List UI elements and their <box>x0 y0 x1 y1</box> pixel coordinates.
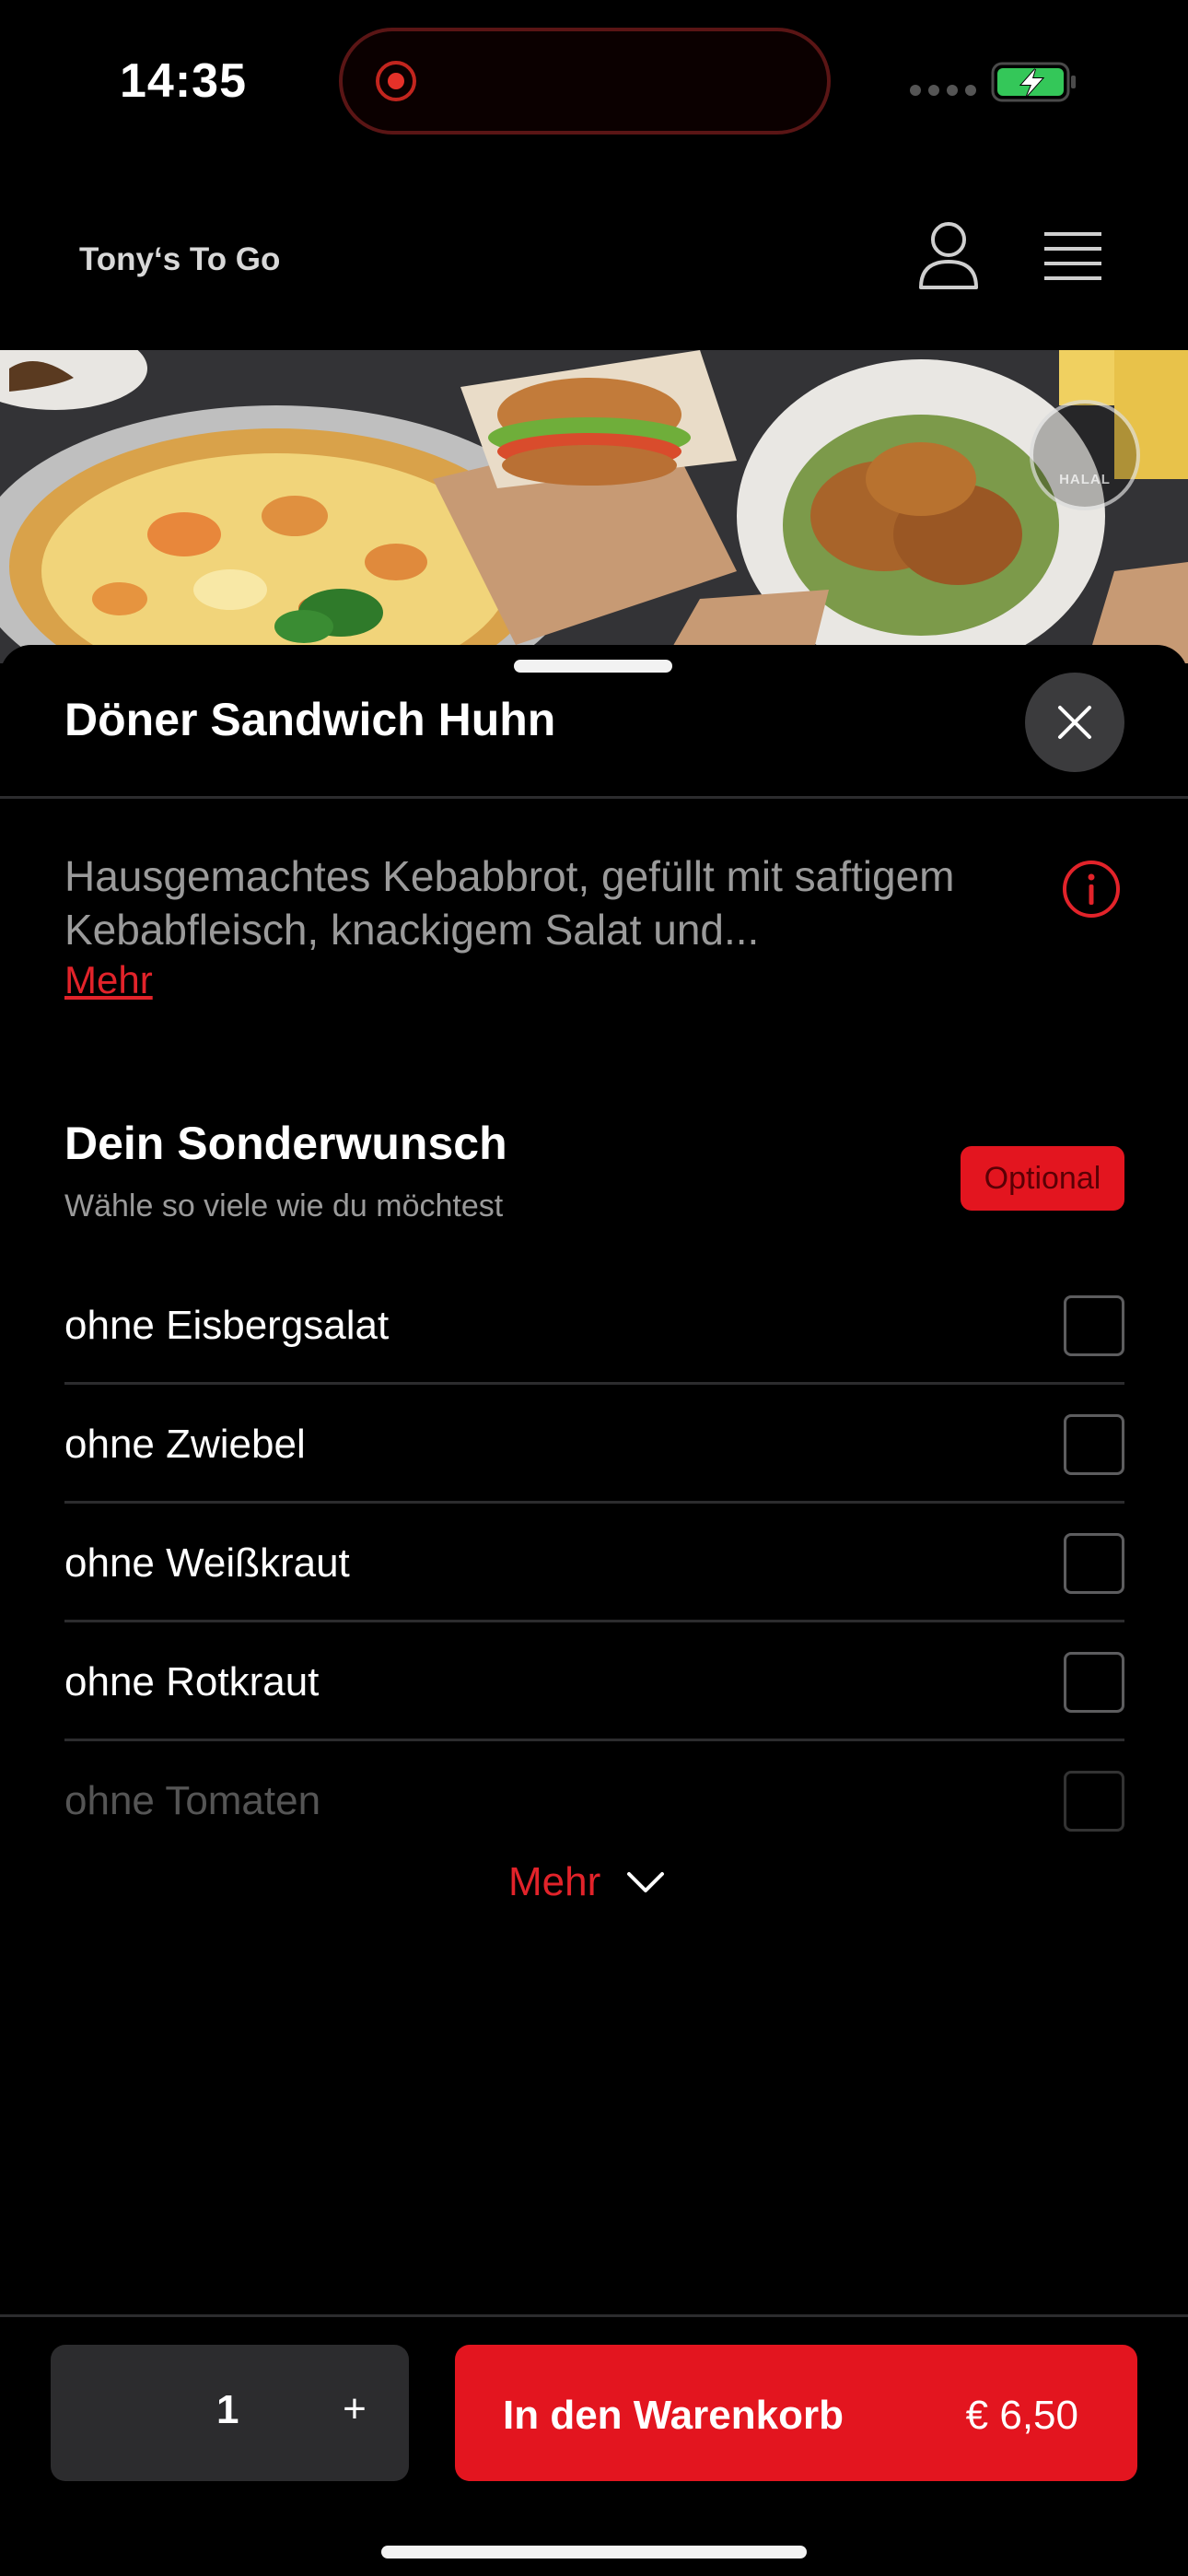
product-sheet: Döner Sandwich Huhn Hausgemachtes Kebabb… <box>0 645 1188 2576</box>
product-title: Döner Sandwich Huhn <box>64 694 556 745</box>
halal-badge: HALAL <box>1030 400 1140 510</box>
option-checkbox[interactable] <box>1064 1533 1124 1594</box>
quantity-plus-button[interactable]: + <box>327 2382 382 2437</box>
show-more-toggle[interactable]: Mehr <box>508 1859 665 1905</box>
close-icon <box>1058 706 1091 739</box>
recording-icon <box>376 61 416 101</box>
close-button[interactable] <box>1025 673 1124 772</box>
menu-icon[interactable] <box>1042 230 1103 282</box>
description-more-link[interactable]: Mehr <box>64 958 153 1002</box>
add-to-cart-label: In den Warenkorb <box>503 2393 844 2438</box>
optional-badge: Optional <box>961 1146 1124 1211</box>
option-label: ohne Eisbergsalat <box>64 1303 390 1348</box>
option-label: ohne Weißkraut <box>64 1540 350 1586</box>
price-label: € 6,50 <box>965 2393 1078 2438</box>
brand-name[interactable]: Tony‘s To Go <box>79 241 280 278</box>
option-row[interactable]: ohne Eisbergsalat <box>64 1266 1124 1385</box>
battery-charging-icon <box>991 62 1076 102</box>
divider <box>0 796 1188 799</box>
option-row[interactable]: ohne Zwiebel <box>64 1385 1124 1504</box>
chevron-down-icon <box>627 1872 665 1892</box>
bottom-bar: 1 + In den Warenkorb € 6,50 <box>0 2314 1188 2576</box>
sheet-grabber[interactable] <box>514 660 672 673</box>
quantity-stepper: 1 + <box>51 2345 409 2481</box>
info-icon[interactable] <box>1061 859 1122 919</box>
option-row[interactable]: ohne Weißkraut <box>64 1504 1124 1622</box>
option-label: ohne Rotkraut <box>64 1659 320 1704</box>
add-to-cart-button[interactable]: In den Warenkorb € 6,50 <box>455 2345 1137 2481</box>
option-checkbox[interactable] <box>1064 1652 1124 1713</box>
options-list: ohne Eisbergsalat ohne Zwiebel ohne Weiß… <box>64 1266 1124 1860</box>
options-subtitle: Wähle so viele wie du möchtest <box>64 1188 504 1224</box>
option-row[interactable]: ohne Rotkraut <box>64 1622 1124 1741</box>
user-icon[interactable] <box>917 221 980 291</box>
product-description: Hausgemachtes Kebabbrot, gefüllt mit saf… <box>64 852 955 954</box>
status-bar: 14:35 <box>0 0 1188 157</box>
app-header: Tony‘s To Go <box>0 184 1188 350</box>
option-checkbox[interactable] <box>1064 1771 1124 1832</box>
quantity-value: 1 <box>216 2387 239 2432</box>
hero-image: HALAL <box>0 350 1188 663</box>
options-title: Dein Sonderwunsch <box>64 1118 507 1169</box>
option-label: ohne Tomaten <box>64 1778 321 1823</box>
option-label: ohne Zwiebel <box>64 1422 306 1467</box>
home-indicator[interactable] <box>381 2546 807 2558</box>
status-time: 14:35 <box>120 54 247 108</box>
option-checkbox[interactable] <box>1064 1295 1124 1356</box>
show-more-label: Mehr <box>508 1859 601 1904</box>
dynamic-island <box>339 28 831 135</box>
option-row[interactable]: ohne Tomaten <box>64 1741 1124 1860</box>
signal-icon <box>910 85 976 96</box>
option-checkbox[interactable] <box>1064 1414 1124 1475</box>
food-illustration <box>0 350 1188 663</box>
